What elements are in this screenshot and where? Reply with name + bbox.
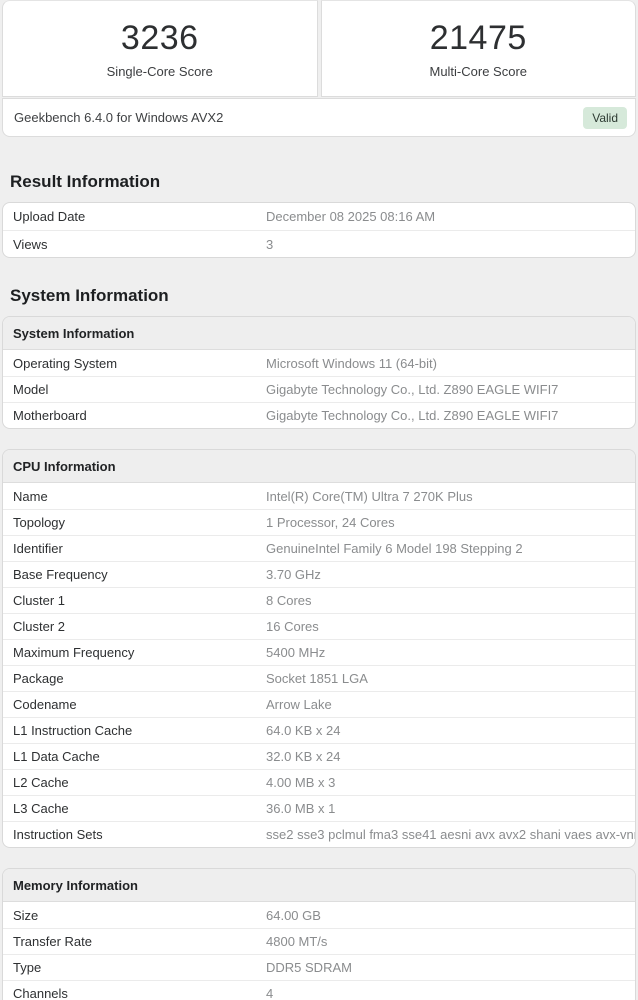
table-row: Transfer Rate 4800 MT/s: [3, 928, 635, 954]
table-row: Topology 1 Processor, 24 Cores: [3, 509, 635, 535]
row-label: Transfer Rate: [13, 934, 92, 949]
row-value: 1 Processor, 24 Cores: [266, 515, 395, 530]
table-row: Package Socket 1851 LGA: [3, 665, 635, 691]
row-value: Gigabyte Technology Co., Ltd. Z890 EAGLE…: [266, 408, 559, 423]
row-value: DDR5 SDRAM: [266, 960, 352, 975]
row-value: 8 Cores: [266, 593, 312, 608]
row-value: December 08 2025 08:16 AM: [266, 209, 436, 224]
table-row: Cluster 2 16 Cores: [3, 613, 635, 639]
table-row: Base Frequency 3.70 GHz: [3, 561, 635, 587]
row-value: 3: [266, 236, 274, 252]
table-row: L1 Instruction Cache 64.0 KB x 24: [3, 717, 635, 743]
benchmark-version-bar: Geekbench 6.4.0 for Windows AVX2 Valid: [2, 98, 636, 137]
row-label: Upload Date: [13, 209, 86, 224]
table-row: Channels 4: [3, 980, 635, 1000]
table-row: Upload Date December 08 2025 08:16 AM: [3, 203, 635, 230]
table-row: Views 3: [3, 230, 635, 257]
table-row: Maximum Frequency 5400 MHz: [3, 639, 635, 665]
table-row: Model Gigabyte Technology Co., Ltd. Z890…: [3, 376, 635, 402]
row-value: 4.00 MB x 3: [266, 775, 336, 790]
row-label: Views: [13, 236, 48, 252]
table-row: Motherboard Gigabyte Technology Co., Ltd…: [3, 402, 635, 428]
result-information-table: Upload Date December 08 2025 08:16 AM Vi…: [2, 202, 636, 258]
row-value: Microsoft Windows 11 (64-bit): [266, 355, 437, 371]
row-label: Channels: [13, 986, 68, 1000]
table-row: Instruction Sets sse2 sse3 pclmul fma3 s…: [3, 821, 635, 847]
table-header-system-information: System Information: [3, 317, 635, 350]
table-header-cpu-information: CPU Information: [3, 450, 635, 483]
row-value: 4: [266, 986, 274, 1000]
row-label: Instruction Sets: [13, 827, 103, 842]
row-value: Socket 1851 LGA: [266, 671, 368, 686]
row-label: Cluster 1: [13, 593, 66, 608]
row-label: Cluster 2: [13, 619, 66, 634]
row-value: 16 Cores: [266, 619, 319, 634]
row-label: Type: [13, 960, 42, 975]
score-panel: 3236 Single-Core Score 21475 Multi-Core …: [0, 0, 638, 97]
benchmark-version-text: Geekbench 6.4.0 for Windows AVX2: [14, 110, 224, 125]
row-value: 36.0 MB x 1: [266, 801, 336, 816]
row-label: Motherboard: [13, 408, 87, 423]
table-row: Size 64.00 GB: [3, 902, 635, 928]
row-label: Identifier: [13, 541, 63, 556]
table-row: Cluster 1 8 Cores: [3, 587, 635, 613]
row-value: Gigabyte Technology Co., Ltd. Z890 EAGLE…: [266, 382, 559, 397]
row-label: Maximum Frequency: [13, 645, 135, 660]
row-label: L1 Data Cache: [13, 749, 100, 764]
table-row: Operating System Microsoft Windows 11 (6…: [3, 350, 635, 376]
row-label: Topology: [13, 515, 66, 530]
row-label: L2 Cache: [13, 775, 69, 790]
single-core-score-label: Single-Core Score: [106, 63, 213, 79]
row-label: L3 Cache: [13, 801, 69, 816]
table-header-memory-information: Memory Information: [3, 869, 635, 902]
row-value: Arrow Lake: [266, 697, 332, 712]
row-label: L1 Instruction Cache: [13, 723, 133, 738]
valid-status-badge: Valid: [583, 106, 627, 129]
row-value: 4800 MT/s: [266, 934, 328, 949]
row-value: 64.0 KB x 24: [266, 723, 341, 738]
section-heading-result-information: Result Information: [10, 172, 161, 191]
single-core-score-card: 3236 Single-Core Score: [2, 0, 318, 97]
table-row: Codename Arrow Lake: [3, 691, 635, 717]
row-value: Intel(R) Core(TM) Ultra 7 270K Plus: [266, 488, 473, 504]
row-label: Name: [13, 488, 48, 504]
row-label: Package: [13, 671, 64, 686]
multi-core-score-card: 21475 Multi-Core Score: [320, 0, 636, 97]
table-row: Type DDR5 SDRAM: [3, 954, 635, 980]
system-information-table: System Information Operating System Micr…: [2, 316, 636, 429]
multi-core-score-label: Multi-Core Score: [429, 63, 528, 79]
single-core-score-value: 3236: [120, 18, 199, 57]
geekbench-result-page: 3236 Single-Core Score 21475 Multi-Core …: [0, 0, 638, 1000]
row-value: sse2 sse3 pclmul fma3 sse41 aesni avx av…: [266, 827, 635, 842]
row-label: Base Frequency: [13, 567, 108, 582]
row-value: 64.00 GB: [266, 907, 321, 923]
row-value: 3.70 GHz: [266, 567, 321, 582]
row-value: GenuineIntel Family 6 Model 198 Stepping…: [266, 541, 523, 556]
row-label: Model: [13, 382, 49, 397]
row-value: 5400 MHz: [266, 645, 326, 660]
row-value: 32.0 KB x 24: [266, 749, 341, 764]
table-row: L1 Data Cache 32.0 KB x 24: [3, 743, 635, 769]
row-label: Size: [13, 907, 39, 923]
table-row: L2 Cache 4.00 MB x 3: [3, 769, 635, 795]
multi-core-score-value: 21475: [429, 18, 527, 57]
row-label: Codename: [13, 697, 77, 712]
table-row: Name Intel(R) Core(TM) Ultra 7 270K Plus: [3, 483, 635, 509]
memory-information-table: Memory Information Size 64.00 GB Transfe…: [2, 868, 636, 1000]
table-row: Identifier GenuineIntel Family 6 Model 1…: [3, 535, 635, 561]
row-label: Operating System: [13, 355, 118, 371]
cpu-information-table: CPU Information Name Intel(R) Core(TM) U…: [2, 449, 636, 848]
section-heading-system-information: System Information: [10, 286, 169, 305]
table-row: L3 Cache 36.0 MB x 1: [3, 795, 635, 821]
